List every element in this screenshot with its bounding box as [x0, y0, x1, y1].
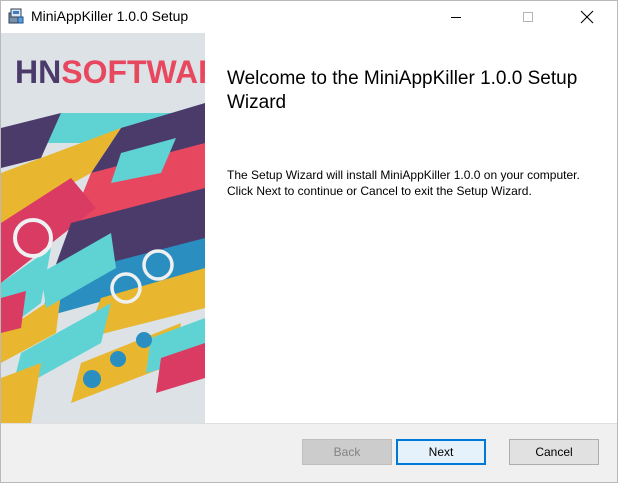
title-bar[interactable]: MiniAppKiller 1.0.0 Setup — [1, 1, 617, 32]
back-button[interactable]: Back — [302, 439, 392, 465]
minimize-button[interactable] — [433, 1, 479, 32]
cancel-button[interactable]: Cancel — [509, 439, 599, 465]
logo-software: SOFTWARE — [61, 54, 205, 90]
welcome-title: Welcome to the MiniAppKiller 1.0.0 Setup… — [227, 68, 578, 113]
setup-window: MiniAppKiller 1.0.0 Setup HNSOFTWARE — [0, 0, 618, 483]
close-button[interactable] — [564, 1, 610, 32]
maximize-icon — [523, 11, 533, 22]
minimize-icon — [451, 16, 461, 18]
button-bar: Back Next Cancel — [1, 423, 617, 482]
banner-image: HNSOFTWARE — [1, 33, 205, 423]
banner-logo: HNSOFTWARE — [15, 54, 205, 90]
close-icon — [580, 10, 594, 23]
window-title: MiniAppKiller 1.0.0 Setup — [31, 8, 189, 24]
installer-icon — [7, 7, 25, 25]
banner-graphic — [1, 103, 205, 423]
wizard-content: Welcome to the MiniAppKiller 1.0.0 Setup… — [205, 33, 617, 423]
logo-hn: HN — [15, 54, 61, 90]
next-button[interactable]: Next — [396, 439, 486, 465]
welcome-description: The Setup Wizard will install MiniAppKil… — [227, 168, 580, 198]
maximize-button[interactable] — [505, 1, 551, 32]
